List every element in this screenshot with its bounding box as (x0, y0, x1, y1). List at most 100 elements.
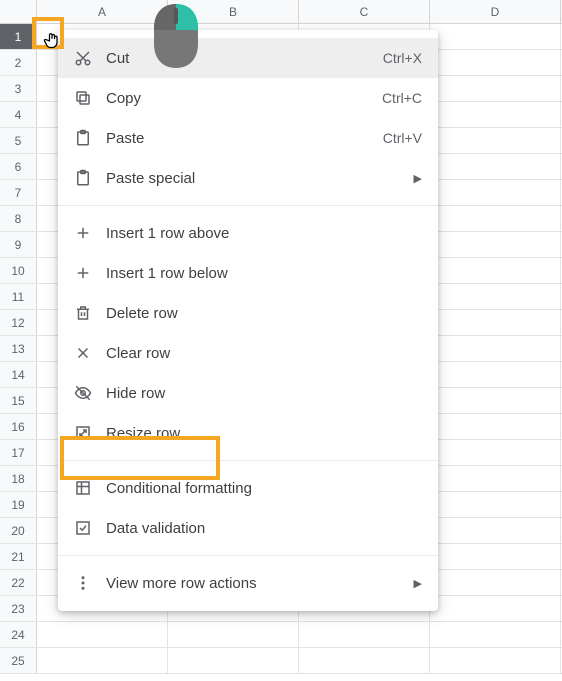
menu-label: Copy (106, 90, 382, 107)
menu-shortcut: Ctrl+X (383, 50, 422, 66)
menu-label: Clear row (106, 345, 422, 362)
column-headers: A B C D (0, 0, 562, 24)
paste-icon (74, 129, 106, 147)
cell[interactable] (430, 466, 561, 491)
cell[interactable] (430, 596, 561, 621)
row-header[interactable]: 15 (0, 388, 37, 413)
col-header-a[interactable]: A (37, 0, 168, 23)
menu-item-insert-below[interactable]: Insert 1 row below (58, 253, 438, 293)
menu-item-data-validation[interactable]: Data validation (58, 508, 438, 548)
cell[interactable] (430, 50, 561, 75)
menu-item-copy[interactable]: Copy Ctrl+C (58, 78, 438, 118)
cell[interactable] (37, 622, 168, 647)
resize-icon (74, 424, 106, 442)
menu-shortcut: Ctrl+C (382, 90, 422, 106)
menu-label: Hide row (106, 385, 422, 402)
row-header[interactable]: 2 (0, 50, 37, 75)
cell[interactable] (299, 648, 430, 673)
cell[interactable] (168, 648, 299, 673)
cell[interactable] (430, 154, 561, 179)
menu-label: Insert 1 row below (106, 265, 422, 282)
plus-icon (74, 264, 106, 282)
close-icon (74, 344, 106, 362)
select-all-corner[interactable] (0, 0, 37, 23)
hide-icon (74, 384, 106, 402)
cell[interactable] (430, 284, 561, 309)
menu-item-hide-row[interactable]: Hide row (58, 373, 438, 413)
menu-label: Cut (106, 50, 383, 67)
menu-separator (58, 555, 438, 556)
row-header[interactable]: 9 (0, 232, 37, 257)
row-header[interactable]: 20 (0, 518, 37, 543)
cell[interactable] (299, 622, 430, 647)
menu-item-paste-special[interactable]: Paste special ▶ (58, 158, 438, 198)
col-header-d[interactable]: D (430, 0, 561, 23)
row-header[interactable]: 6 (0, 154, 37, 179)
menu-item-cut[interactable]: Cut Ctrl+X (58, 38, 438, 78)
row-context-menu: Cut Ctrl+X Copy Ctrl+C Paste Ctrl+V Past… (58, 30, 438, 611)
row-header[interactable]: 19 (0, 492, 37, 517)
cell[interactable] (430, 206, 561, 231)
cell[interactable] (430, 336, 561, 361)
row-header[interactable]: 14 (0, 362, 37, 387)
cell[interactable] (430, 76, 561, 101)
row-header[interactable]: 13 (0, 336, 37, 361)
row-header[interactable]: 5 (0, 128, 37, 153)
menu-item-delete-row[interactable]: Delete row (58, 293, 438, 333)
menu-label: Insert 1 row above (106, 225, 422, 242)
cell[interactable] (430, 180, 561, 205)
cell[interactable] (430, 648, 561, 673)
menu-label: Resize row (106, 425, 422, 442)
menu-shortcut: Ctrl+V (383, 130, 422, 146)
row-header[interactable]: 25 (0, 648, 37, 673)
cell[interactable] (430, 128, 561, 153)
row-header[interactable]: 23 (0, 596, 37, 621)
row-header[interactable]: 7 (0, 180, 37, 205)
cell[interactable] (430, 440, 561, 465)
menu-separator (58, 205, 438, 206)
cell[interactable] (430, 232, 561, 257)
row-header[interactable]: 1 (0, 24, 37, 49)
cell[interactable] (37, 648, 168, 673)
cell[interactable] (430, 258, 561, 283)
menu-item-conditional-formatting[interactable]: Conditional formatting (58, 468, 438, 508)
cell[interactable] (430, 414, 561, 439)
menu-item-more-actions[interactable]: View more row actions ▶ (58, 563, 438, 603)
menu-label: View more row actions (106, 575, 406, 592)
conditional-format-icon (74, 479, 106, 497)
cell[interactable] (430, 310, 561, 335)
row-header[interactable]: 11 (0, 284, 37, 309)
row-header[interactable]: 10 (0, 258, 37, 283)
cell[interactable] (168, 622, 299, 647)
menu-item-clear-row[interactable]: Clear row (58, 333, 438, 373)
row-header[interactable]: 18 (0, 466, 37, 491)
cell[interactable] (430, 518, 561, 543)
cell[interactable] (430, 492, 561, 517)
cell[interactable] (430, 570, 561, 595)
menu-item-insert-above[interactable]: Insert 1 row above (58, 213, 438, 253)
row-header[interactable]: 16 (0, 414, 37, 439)
cell[interactable] (430, 622, 561, 647)
cell[interactable] (430, 362, 561, 387)
row-header[interactable]: 17 (0, 440, 37, 465)
trash-icon (74, 304, 106, 322)
cell[interactable] (430, 24, 561, 49)
spreadsheet-row: 24 (0, 622, 562, 648)
row-header[interactable]: 21 (0, 544, 37, 569)
row-header[interactable]: 4 (0, 102, 37, 127)
plus-icon (74, 224, 106, 242)
row-header[interactable]: 12 (0, 310, 37, 335)
menu-item-paste[interactable]: Paste Ctrl+V (58, 118, 438, 158)
row-header[interactable]: 22 (0, 570, 37, 595)
cell[interactable] (430, 544, 561, 569)
cell[interactable] (430, 388, 561, 413)
row-header[interactable]: 3 (0, 76, 37, 101)
row-header[interactable]: 24 (0, 622, 37, 647)
menu-separator (58, 460, 438, 461)
menu-label: Data validation (106, 520, 422, 537)
row-header[interactable]: 8 (0, 206, 37, 231)
cell[interactable] (430, 102, 561, 127)
col-header-c[interactable]: C (299, 0, 430, 23)
menu-item-resize-row[interactable]: Resize row (58, 413, 438, 453)
col-header-b[interactable]: B (168, 0, 299, 23)
